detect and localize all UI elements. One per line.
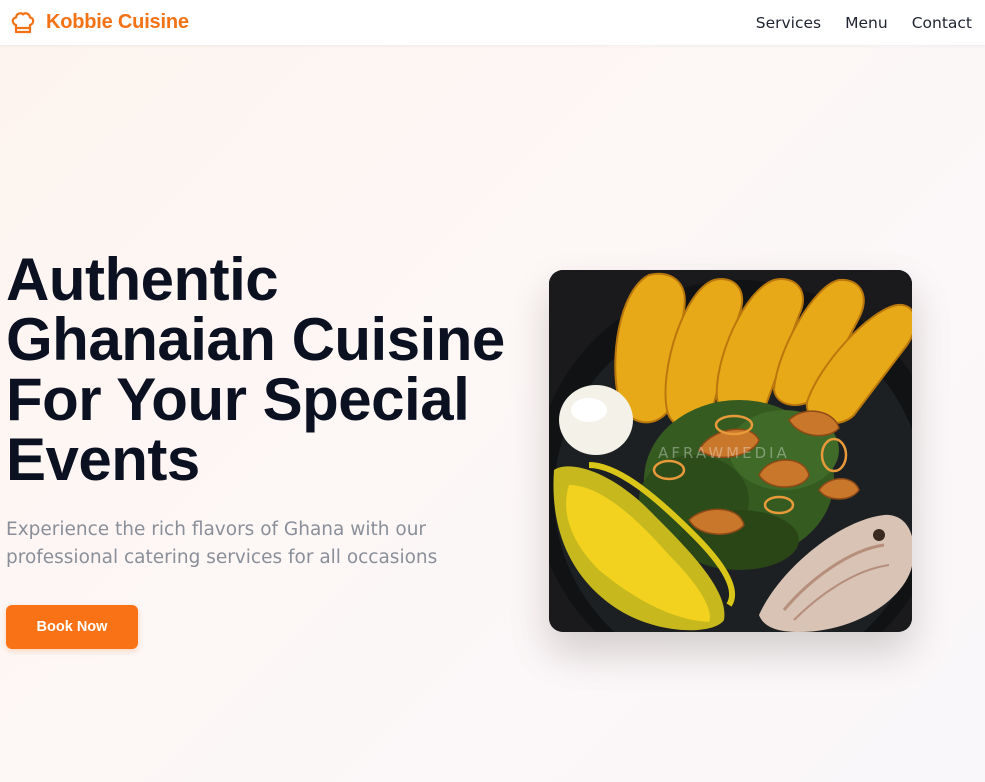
brand-name: Kobbie Cuisine (46, 11, 189, 33)
top-navbar: Kobbie Cuisine Services Menu Contact (0, 0, 985, 45)
chef-hat-icon (8, 8, 38, 38)
image-watermark: AFRAWMEDIA (658, 444, 790, 462)
nav-contact-link[interactable]: Contact (912, 14, 972, 32)
book-now-button[interactable]: Book Now (6, 605, 138, 649)
hero-subtitle: Experience the rich flavors of Ghana wit… (6, 519, 438, 568)
main-nav: Services Menu Contact (756, 14, 972, 32)
nav-menu-link[interactable]: Menu (845, 14, 888, 32)
nav-services-link[interactable]: Services (756, 14, 821, 32)
hero-food-image: AFRAWMEDIA (549, 270, 912, 632)
hero-title: Authentic Ghanaian Cuisine For Your Spec… (6, 246, 505, 493)
hero-text: Authentic Ghanaian Cuisine For Your Spec… (6, 250, 526, 572)
brand-logo[interactable]: Kobbie Cuisine (8, 8, 189, 38)
